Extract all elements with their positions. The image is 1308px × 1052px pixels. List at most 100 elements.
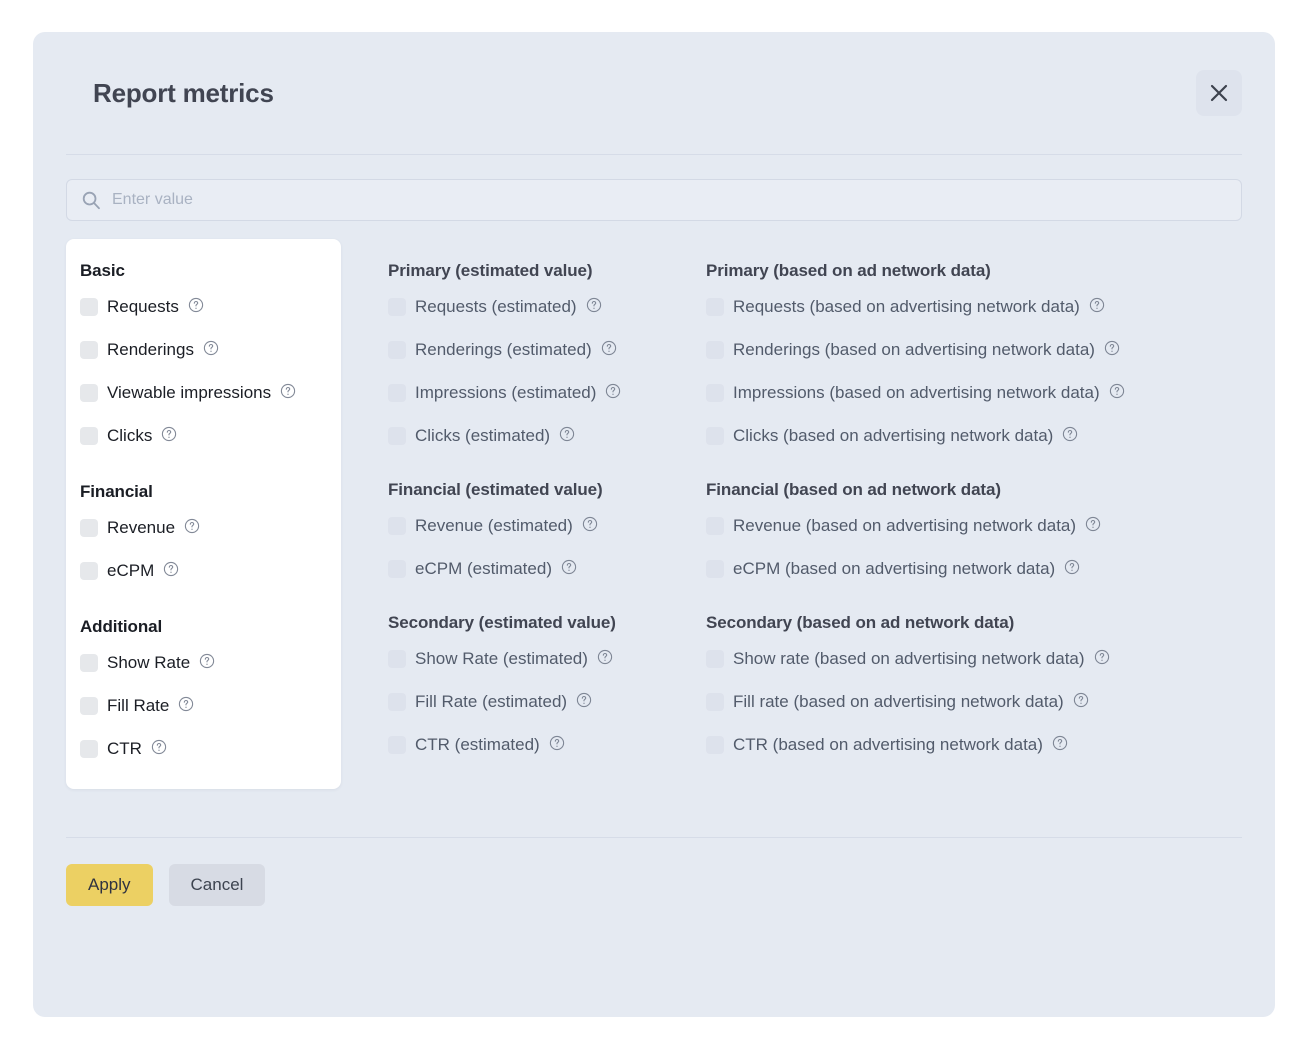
help-circle-icon[interactable] (1089, 297, 1105, 318)
help-circle-icon[interactable] (561, 559, 577, 580)
metric-checkbox[interactable] (706, 427, 724, 445)
metric-checkbox[interactable] (706, 341, 724, 359)
metric-option[interactable]: Requests (80, 293, 325, 321)
metric-option[interactable]: Revenue (80, 514, 325, 542)
metric-checkbox[interactable] (388, 693, 406, 711)
metric-option[interactable]: Show rate (based on advertising network … (706, 645, 1242, 673)
metric-option[interactable]: Renderings (80, 336, 325, 364)
help-circle-icon[interactable] (605, 383, 621, 404)
metric-label: eCPM (estimated) (415, 559, 552, 579)
help-circle-icon[interactable] (1052, 735, 1068, 756)
help-circle-icon[interactable] (1073, 692, 1089, 713)
metric-option[interactable]: Impressions (based on advertising networ… (706, 379, 1242, 407)
metric-checkbox[interactable] (388, 560, 406, 578)
metric-option[interactable]: Clicks (based on advertising network dat… (706, 422, 1242, 450)
metric-option[interactable]: eCPM (based on advertising network data) (706, 555, 1242, 583)
help-circle-icon[interactable] (582, 516, 598, 537)
help-circle-icon[interactable] (549, 735, 565, 756)
help-circle-icon[interactable] (1109, 383, 1125, 404)
metric-option[interactable]: Fill rate (based on advertising network … (706, 688, 1242, 716)
metric-option[interactable]: Fill Rate (80, 692, 325, 720)
metric-label: Fill Rate (107, 696, 169, 716)
metric-group: FinancialRevenueeCPM (80, 482, 325, 585)
metric-option[interactable]: Revenue (estimated) (388, 512, 666, 540)
help-circle-icon[interactable] (1094, 649, 1110, 670)
search-box[interactable] (66, 179, 1242, 221)
metric-option[interactable]: Renderings (estimated) (388, 336, 666, 364)
help-circle-icon[interactable] (559, 426, 575, 447)
metric-option[interactable]: Clicks (80, 422, 325, 450)
metric-checkbox[interactable] (80, 740, 98, 758)
metric-option[interactable]: eCPM (estimated) (388, 555, 666, 583)
metric-group: Financial (estimated value) Revenue (esti… (388, 480, 666, 583)
metric-checkbox[interactable] (706, 736, 724, 754)
metric-option[interactable]: Show Rate (estimated) (388, 645, 666, 673)
metric-option[interactable]: CTR (80, 735, 325, 763)
help-circle-icon[interactable] (601, 340, 617, 361)
close-button[interactable] (1196, 70, 1242, 116)
metric-checkbox[interactable] (706, 650, 724, 668)
apply-button[interactable]: Apply (66, 864, 153, 906)
metric-checkbox[interactable] (706, 517, 724, 535)
metric-option[interactable]: eCPM (80, 557, 325, 585)
metric-option[interactable]: Show Rate (80, 649, 325, 677)
metric-option[interactable]: Clicks (estimated) (388, 422, 666, 450)
metric-label: Revenue (107, 518, 175, 538)
metric-checkbox[interactable] (388, 384, 406, 402)
metric-checkbox[interactable] (388, 427, 406, 445)
cancel-button[interactable]: Cancel (169, 864, 266, 906)
metric-option[interactable]: CTR (based on advertising network data) (706, 731, 1242, 759)
metric-label: Requests (107, 297, 179, 317)
metric-option[interactable]: Renderings (based on advertising network… (706, 336, 1242, 364)
metric-checkbox[interactable] (706, 298, 724, 316)
metric-option[interactable]: Impressions (estimated) (388, 379, 666, 407)
metric-option[interactable]: Viewable impressions (80, 379, 325, 407)
help-circle-icon[interactable] (1062, 426, 1078, 447)
metric-checkbox[interactable] (80, 562, 98, 580)
help-circle-icon[interactable] (597, 649, 613, 670)
metric-checkbox[interactable] (706, 384, 724, 402)
metric-option[interactable]: CTR (estimated) (388, 731, 666, 759)
help-circle-icon[interactable] (199, 653, 215, 674)
metric-option[interactable]: Fill Rate (estimated) (388, 688, 666, 716)
metric-checkbox[interactable] (388, 341, 406, 359)
help-circle-icon[interactable] (163, 561, 179, 582)
group-title: Financial (estimated value) (388, 480, 666, 500)
metric-checkbox[interactable] (388, 298, 406, 316)
close-icon (1208, 82, 1230, 104)
metric-checkbox[interactable] (388, 736, 406, 754)
metric-group: Secondary (based on ad network data)Show… (706, 613, 1242, 759)
help-circle-icon[interactable] (188, 297, 204, 318)
help-circle-icon[interactable] (178, 696, 194, 717)
metric-group: Primary (based on ad network data) Reques… (706, 261, 1242, 450)
metric-option[interactable]: Requests (estimated) (388, 293, 666, 321)
column-basic: BasicRequestsRenderingsViewable impressi… (66, 239, 341, 789)
metric-checkbox[interactable] (80, 384, 98, 402)
search-input[interactable] (112, 191, 1227, 209)
help-circle-icon[interactable] (184, 518, 200, 539)
help-circle-icon[interactable] (586, 297, 602, 318)
help-circle-icon[interactable] (576, 692, 592, 713)
help-circle-icon[interactable] (1064, 559, 1080, 580)
help-circle-icon[interactable] (203, 340, 219, 361)
metric-checkbox[interactable] (80, 427, 98, 445)
metric-checkbox[interactable] (80, 298, 98, 316)
metric-checkbox[interactable] (80, 654, 98, 672)
metric-checkbox[interactable] (706, 693, 724, 711)
metric-checkbox[interactable] (80, 519, 98, 537)
metric-option[interactable]: Revenue (based on advertising network da… (706, 512, 1242, 540)
help-circle-icon[interactable] (151, 739, 167, 760)
help-circle-icon[interactable] (161, 426, 177, 447)
metric-checkbox[interactable] (80, 341, 98, 359)
metric-checkbox[interactable] (388, 650, 406, 668)
help-circle-icon[interactable] (1085, 516, 1101, 537)
metric-option[interactable]: Requests (based on advertising network d… (706, 293, 1242, 321)
help-circle-icon[interactable] (280, 383, 296, 404)
metric-checkbox[interactable] (388, 517, 406, 535)
metric-label: Clicks (107, 426, 152, 446)
metric-checkbox[interactable] (80, 697, 98, 715)
metric-checkbox[interactable] (706, 560, 724, 578)
help-circle-icon[interactable] (1104, 340, 1120, 361)
metric-label: Renderings (based on advertising network… (733, 340, 1095, 360)
group-title: Primary (based on ad network data) (706, 261, 1242, 281)
